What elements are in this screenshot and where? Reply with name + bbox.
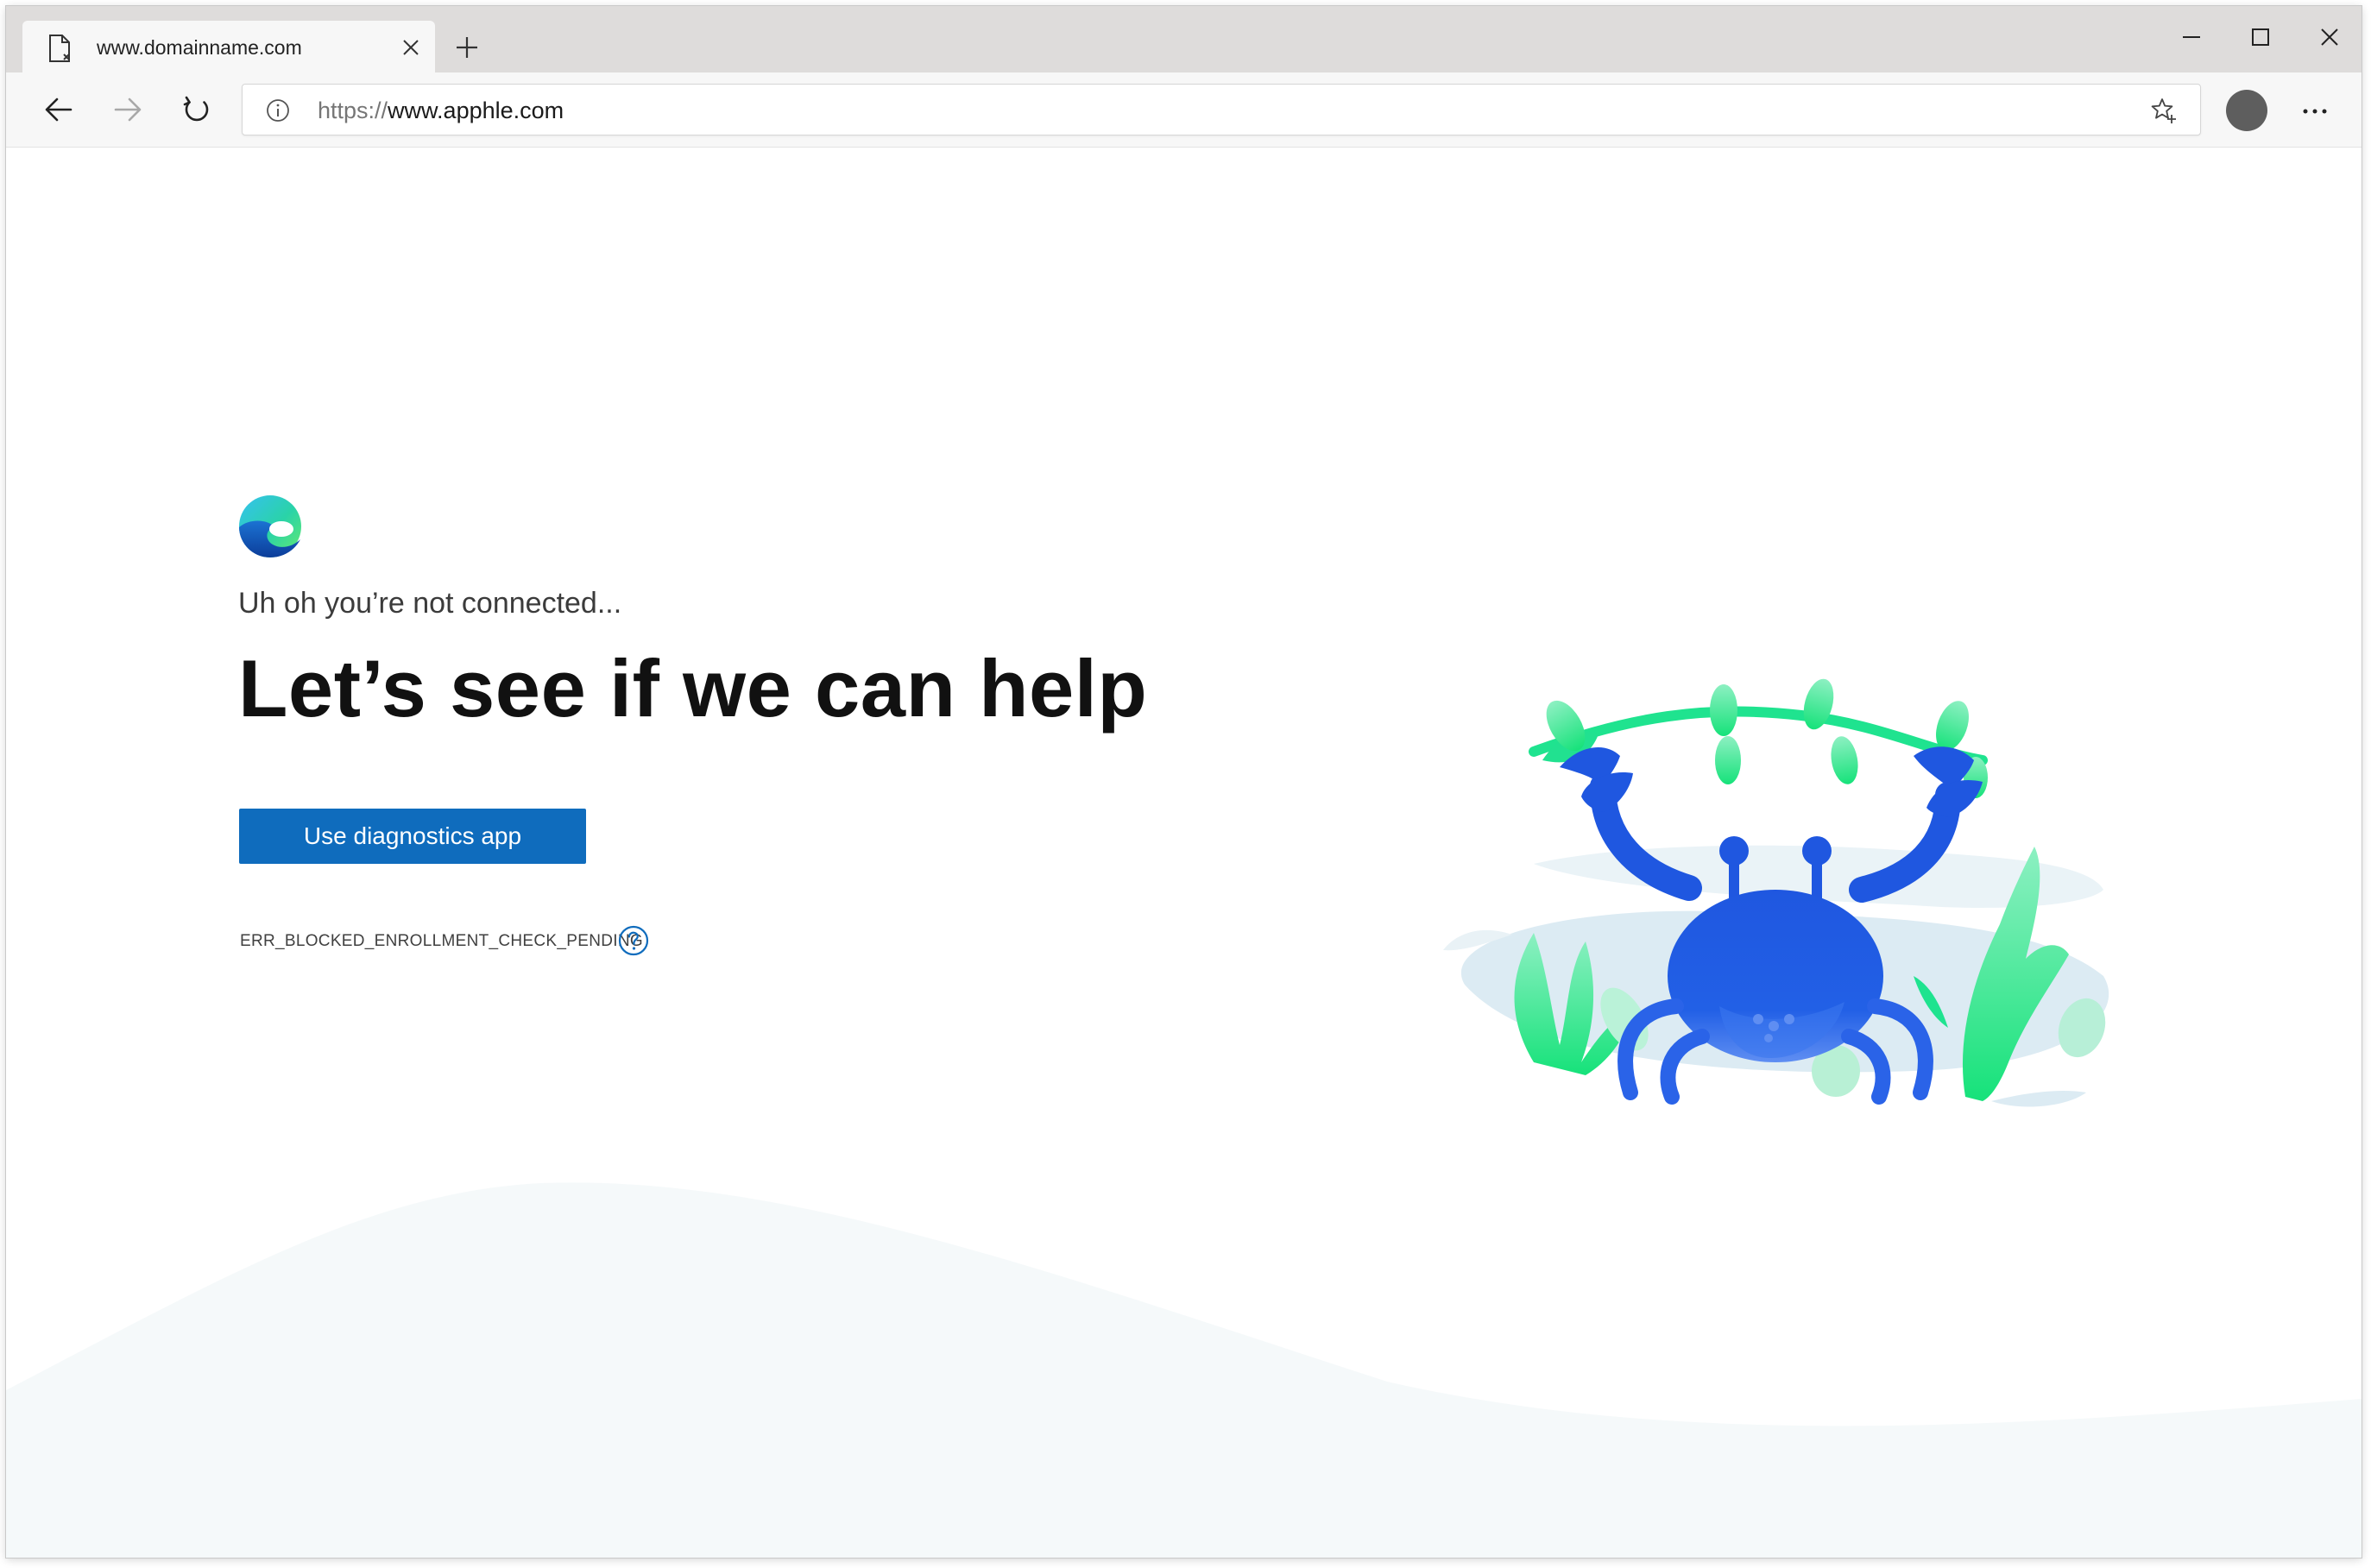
edge-logo-icon	[236, 493, 304, 560]
browser-toolbar: https://www.apphle.com	[6, 72, 2362, 148]
arrow-left-icon[interactable]	[36, 87, 81, 132]
arrow-right-icon[interactable]	[105, 87, 150, 132]
crab-illustration	[1443, 678, 2109, 1107]
address-bar[interactable]: https://www.apphle.com	[242, 84, 2201, 135]
tab-strip: www.domainname.com	[6, 6, 2362, 72]
url-text[interactable]: https://www.apphle.com	[318, 98, 564, 124]
use-diagnostics-app-button[interactable]: Use diagnostics app	[239, 809, 586, 864]
minimize-icon[interactable]	[2168, 16, 2215, 58]
tab-close-icon[interactable]	[399, 35, 423, 60]
more-horizontal-icon[interactable]	[2293, 94, 2336, 129]
error-code: ERR_BLOCKED_ENROLLMENT_CHECK_PENDING	[240, 932, 643, 950]
avatar[interactable]	[2226, 90, 2267, 131]
close-icon[interactable]	[2306, 16, 2353, 58]
star-plus-icon[interactable]	[2150, 97, 2178, 124]
tab-title: www.domainname.com	[97, 36, 302, 59]
info-icon[interactable]	[265, 98, 291, 123]
page-title: Let’s see if we can help	[238, 643, 1148, 734]
browser-window: www.domainname.com https://www.apphle.co…	[6, 6, 2362, 1558]
url-scheme: https://	[318, 98, 388, 123]
url-host: www.apphle.com	[388, 98, 564, 123]
refresh-icon[interactable]	[174, 87, 219, 132]
subtitle: Uh oh you’re not connected...	[238, 587, 622, 620]
new-tab-plus-icon[interactable]	[452, 33, 482, 62]
maximize-icon[interactable]	[2237, 16, 2284, 58]
browser-tab[interactable]: www.domainname.com	[22, 21, 435, 72]
question-circle-icon[interactable]	[616, 923, 651, 958]
error-page: Uh oh you’re not connected... Let’s see …	[6, 148, 2362, 1558]
page-broken-icon	[45, 34, 74, 63]
